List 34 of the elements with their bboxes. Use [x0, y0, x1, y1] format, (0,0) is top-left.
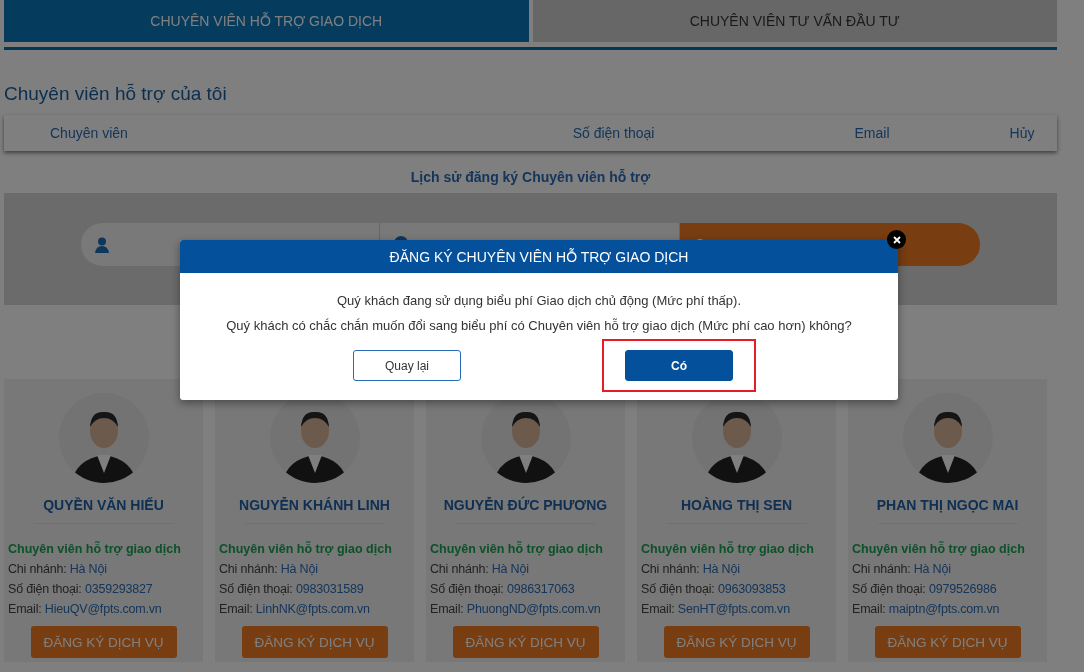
- role-label: Chuyên viên hỗ trợ giao dịch: [219, 542, 393, 556]
- info-line: Số điện thoại: 0963093853: [641, 582, 787, 596]
- history-title: Lịch sử đăng ký Chuyên viên hỗ trợ: [409, 169, 652, 185]
- info-line: Số điện thoại: 0986317063: [430, 582, 576, 596]
- info-line: Chi nhánh: Hà Nội: [8, 562, 108, 576]
- column-header: Hủy: [1008, 125, 1036, 141]
- info-line: Chi nhánh: Hà Nội: [430, 562, 530, 576]
- specialist-name: NGUYỄN ĐỨC PHƯƠNG: [443, 497, 608, 513]
- info-line: Email: PhuongND@fpts.com.vn: [430, 602, 602, 616]
- section-title: Chuyên viên hỗ trợ của tôi: [4, 83, 228, 105]
- column-header: Số điện thoại: [571, 125, 656, 141]
- role-label: Chuyên viên hỗ trợ giao dịch: [430, 542, 604, 556]
- specialist-name: QUYỀN VĂN HIẾU: [43, 497, 164, 513]
- info-line: Email: SenHT@fpts.com.vn: [641, 602, 791, 616]
- role-label: Chuyên viên hỗ trợ giao dịch: [852, 542, 1026, 556]
- role-label: Chuyên viên hỗ trợ giao dịch: [8, 542, 182, 556]
- specialist-name: HOÀNG THỊ SEN: [680, 497, 793, 513]
- info-line: Email: LinhNK@fpts.com.vn: [219, 602, 371, 616]
- info-line: Số điện thoại: 0983031589: [219, 582, 365, 596]
- specialist-name: PHAN THỊ NGỌC MAI: [876, 497, 1019, 513]
- specialist-name: NGUYỄN KHÁNH LINH: [239, 497, 390, 513]
- role-label: Chuyên viên hỗ trợ giao dịch: [641, 542, 815, 556]
- info-line: Email: HieuQV@fpts.com.vn: [8, 602, 163, 616]
- dialog-message: Quý khách đang sử dụng biểu phí Giao dịch chủ động (Mức phí thấp).: [335, 292, 742, 310]
- info-line: Chi nhánh: Hà Nội: [641, 562, 741, 576]
- info-line: Số điện thoại: 0359293827: [8, 582, 154, 596]
- info-line: Chi nhánh: Hà Nội: [219, 562, 319, 576]
- dialog-title: ĐĂNG KÝ CHUYÊN VIÊN HỖ TRỢ GIAO DỊCH: [180, 240, 898, 273]
- column-header: Chuyên viên: [50, 125, 129, 141]
- info-line: Số điện thoại: 0979526986: [852, 582, 998, 596]
- info-line: Chi nhánh: Hà Nội: [852, 562, 952, 576]
- dialog-message: Quý khách có chắc chắn muốn đổi sang biểu phí có Chuyên viên hỗ trợ giao dịch (Mức phí cao hơn) không?: [225, 317, 853, 335]
- info-line: Email: maiptn@fpts.com.vn: [852, 602, 1001, 616]
- column-header: Email: [853, 125, 891, 141]
